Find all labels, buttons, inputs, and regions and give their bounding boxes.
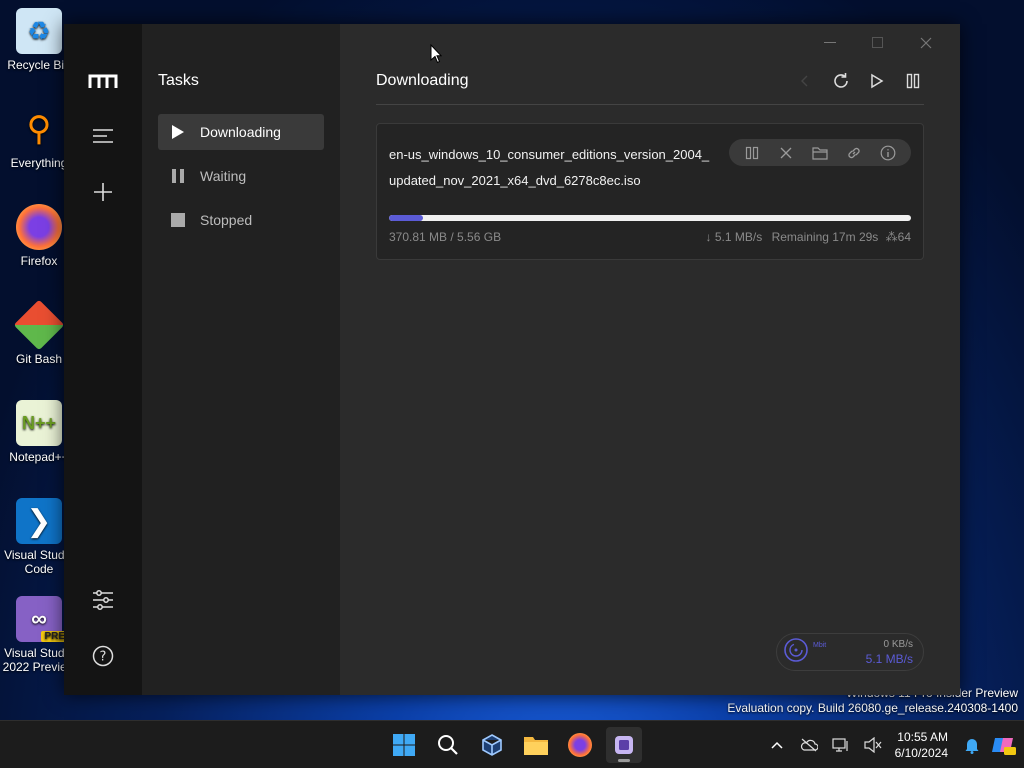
watermark-line-2: Evaluation copy. Build 26080.ge_release.… — [727, 701, 1018, 715]
task-meta: 370.81 MB / 5.56 GB ↓ 5.1 MB/s Remaining… — [389, 230, 911, 244]
app-sidebar-rail: ? — [64, 24, 142, 695]
maximize-button[interactable] — [854, 30, 902, 56]
connections-icon: ⁂ — [885, 230, 898, 244]
clock-date: 6/10/2024 — [894, 746, 948, 760]
taskbar-file-explorer[interactable] — [518, 727, 554, 763]
network-icon[interactable] — [825, 729, 857, 761]
taskbar-motrix[interactable] — [606, 727, 642, 763]
connections-count: 64 — [897, 230, 911, 244]
task-name: en-us_windows_10_consumer_editions_versi… — [389, 147, 710, 188]
taskbar-clock[interactable]: 10:55 AM 6/10/2024 — [895, 729, 948, 761]
firefox-icon — [16, 204, 62, 250]
firefox-icon — [568, 733, 592, 757]
help-icon[interactable]: ? — [88, 641, 118, 671]
speed-limit-label: Mbit — [813, 642, 827, 649]
header-actions — [794, 70, 924, 92]
start-button[interactable] — [386, 727, 422, 763]
task-speed: ↓ 5.1 MB/s — [705, 230, 763, 244]
play-icon — [170, 124, 186, 140]
folder-icon — [524, 737, 548, 755]
folder-icon[interactable] — [810, 143, 830, 163]
task-size: 370.81 MB / 5.56 GB — [389, 230, 502, 244]
stop-icon — [170, 212, 186, 228]
link-icon[interactable] — [844, 143, 864, 163]
virtualbox-icon — [482, 734, 502, 756]
preferences-icon[interactable] — [88, 585, 118, 615]
git-bash-icon — [13, 299, 65, 351]
speedometer[interactable]: Mbit 0 KB/s 5.1 MB/s — [776, 633, 924, 671]
task-item[interactable]: en-us_windows_10_consumer_editions_versi… — [376, 123, 924, 260]
nav-label: Downloading — [200, 124, 281, 140]
back-icon[interactable] — [794, 70, 816, 92]
tasks-panel: Tasks Downloading Waiting Stopped — [142, 24, 340, 695]
resume-all-icon[interactable] — [866, 70, 888, 92]
nav-label: Waiting — [200, 168, 247, 184]
everything-search-icon: ⚲ — [26, 110, 52, 148]
onedrive-offline-icon[interactable] — [793, 729, 825, 761]
task-progress-bar — [389, 215, 911, 221]
pause-icon — [170, 168, 186, 184]
close-button[interactable] — [902, 30, 950, 56]
clock-time: 10:55 AM — [897, 730, 948, 744]
tray-overflow-chevron-icon[interactable] — [761, 729, 793, 761]
mouse-cursor-icon — [430, 43, 443, 69]
page-title: Downloading — [376, 72, 469, 89]
refresh-icon[interactable] — [830, 70, 852, 92]
system-tray: 10:55 AM 6/10/2024 — [761, 721, 1024, 768]
nav-downloading[interactable]: Downloading — [158, 114, 324, 150]
task-remaining: Remaining 17m 29s — [771, 230, 879, 244]
window-controls — [806, 30, 950, 56]
search-icon — [438, 735, 458, 755]
task-connections: ⁂64 — [886, 230, 911, 244]
pause-all-icon[interactable] — [902, 70, 924, 92]
upload-speed: 0 KB/s — [883, 639, 913, 650]
speed-values: 0 KB/s 5.1 MB/s — [866, 638, 913, 666]
download-speed: 5.1 MB/s — [865, 652, 913, 666]
taskbar: 10:55 AM 6/10/2024 — [0, 720, 1024, 768]
vscode-icon: ❯ — [16, 498, 62, 544]
task-actions — [729, 139, 911, 166]
pause-icon[interactable] — [742, 143, 762, 163]
info-icon[interactable] — [878, 143, 898, 163]
copilot-preview-icon[interactable] — [988, 729, 1020, 761]
windows-logo-icon — [393, 734, 415, 756]
motrix-logo-icon[interactable] — [88, 66, 118, 96]
nav-stopped[interactable]: Stopped — [158, 202, 324, 238]
main-header: Downloading — [376, 72, 924, 105]
menu-icon[interactable] — [88, 121, 118, 151]
motrix-window: ? Tasks Downloading Waiting Stopped Down… — [64, 24, 960, 695]
task-progress-fill — [389, 215, 423, 221]
nav-waiting[interactable]: Waiting — [158, 158, 324, 194]
notepad-plus-plus-icon: N++ — [16, 400, 62, 446]
taskbar-virtualbox[interactable] — [474, 727, 510, 763]
volume-muted-icon[interactable] — [857, 729, 889, 761]
task-stats: ↓ 5.1 MB/s Remaining 17m 29s ⁂64 — [700, 230, 911, 244]
minimize-button[interactable] — [806, 30, 854, 56]
svg-text:?: ? — [100, 650, 107, 665]
nav-label: Stopped — [200, 212, 253, 228]
notification-bell-icon[interactable] — [956, 729, 988, 761]
main-panel: Downloading en-us_windows_10_consumer_ed… — [340, 24, 960, 695]
delete-icon[interactable] — [776, 143, 796, 163]
motrix-app-icon — [615, 736, 633, 754]
taskbar-firefox[interactable] — [562, 727, 598, 763]
taskbar-apps — [386, 727, 642, 763]
taskbar-search-button[interactable] — [430, 727, 466, 763]
recycle-bin-icon: ♻ — [16, 8, 62, 54]
speedometer-gauge-icon — [783, 637, 809, 668]
add-icon[interactable] — [88, 177, 118, 207]
visual-studio-icon: ∞ PRE — [16, 596, 68, 642]
tasks-title: Tasks — [158, 72, 199, 89]
